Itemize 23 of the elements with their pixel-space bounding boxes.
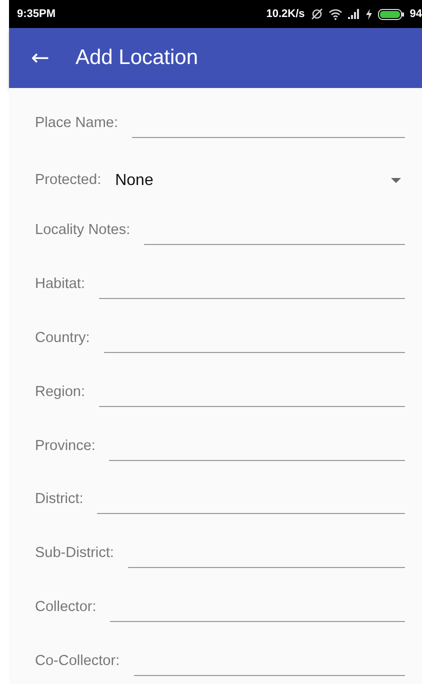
- field-label: Province:: [35, 438, 96, 456]
- field-label: Locality Notes:: [35, 222, 130, 240]
- field-label: Region:: [35, 384, 85, 402]
- field-label: Place Name:: [35, 114, 118, 133]
- field-label: Sub-District:: [35, 545, 114, 564]
- battery-icon: [378, 8, 404, 20]
- wifi-icon: [328, 8, 342, 20]
- screen-title: Add Location: [75, 46, 198, 70]
- dropdown[interactable]: None: [115, 172, 405, 196]
- field-label: Protected:: [35, 172, 102, 190]
- field-label: District:: [35, 491, 84, 510]
- field-label: Habitat:: [35, 276, 85, 294]
- status-time: 9:35PM: [17, 8, 56, 20]
- field-label: Collector:: [35, 598, 96, 617]
- network-speed: 10.2K/s: [266, 8, 305, 20]
- dropdown-arrow-icon: [391, 178, 401, 184]
- battery-percent: 94: [410, 8, 422, 20]
- back-button[interactable]: ←: [31, 46, 50, 70]
- charging-icon: [366, 8, 372, 20]
- field-label: Co-Collector:: [35, 652, 120, 671]
- alarm-off-icon: [310, 8, 323, 20]
- field-label: Country:: [35, 330, 90, 348]
- signal-icon: [348, 9, 360, 19]
